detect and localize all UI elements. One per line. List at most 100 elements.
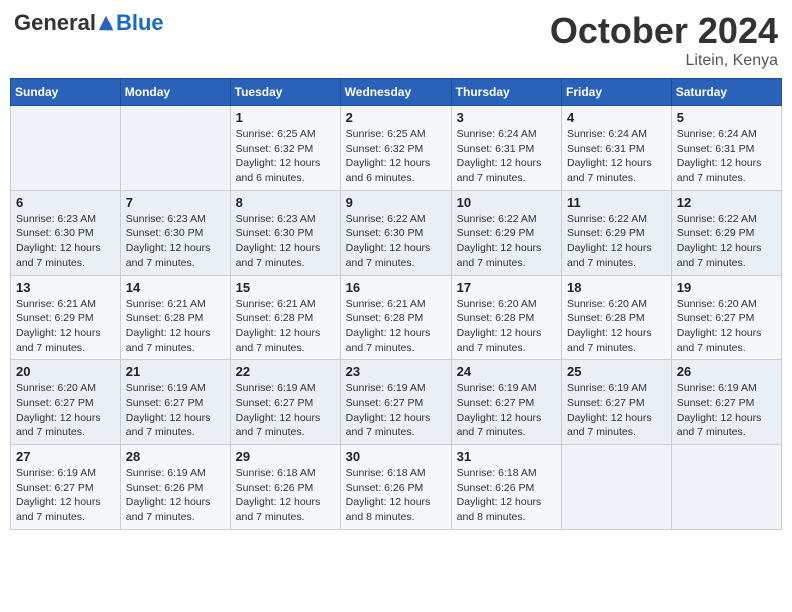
day-number: 18 — [567, 280, 666, 295]
day-detail: Sunrise: 6:20 AM Sunset: 6:27 PM Dayligh… — [16, 381, 115, 440]
day-number: 12 — [677, 195, 776, 210]
calendar-cell: 22 Sunrise: 6:19 AM Sunset: 6:27 PM Dayli… — [230, 360, 340, 445]
day-number: 26 — [677, 364, 776, 379]
calendar-cell: 14 Sunrise: 6:21 AM Sunset: 6:28 PM Dayli… — [120, 275, 230, 360]
day-detail: Sunrise: 6:19 AM Sunset: 6:27 PM Dayligh… — [126, 381, 225, 440]
day-detail: Sunrise: 6:19 AM Sunset: 6:27 PM Dayligh… — [677, 381, 776, 440]
day-number: 22 — [236, 364, 335, 379]
calendar-cell: 19 Sunrise: 6:20 AM Sunset: 6:27 PM Dayli… — [671, 275, 781, 360]
day-detail: Sunrise: 6:24 AM Sunset: 6:31 PM Dayligh… — [677, 127, 776, 186]
day-number: 3 — [457, 110, 556, 125]
day-detail: Sunrise: 6:19 AM Sunset: 6:27 PM Dayligh… — [567, 381, 666, 440]
calendar-cell: 13Sunrise: 6:21 AM Sunset: 6:29 PM Dayli… — [11, 275, 121, 360]
calendar-cell: 8 Sunrise: 6:23 AM Sunset: 6:30 PM Daylig… — [230, 190, 340, 275]
calendar-cell: 18 Sunrise: 6:20 AM Sunset: 6:28 PM Dayli… — [562, 275, 672, 360]
calendar-cell: 3 Sunrise: 6:24 AM Sunset: 6:31 PM Daylig… — [451, 106, 561, 191]
day-detail: Sunrise: 6:25 AM Sunset: 6:32 PM Dayligh… — [236, 127, 335, 186]
day-number: 4 — [567, 110, 666, 125]
day-number: 14 — [126, 280, 225, 295]
calendar-cell: 31Sunrise: 6:18 AM Sunset: 6:26 PM Dayli… — [451, 445, 561, 530]
day-detail: Sunrise: 6:18 AM Sunset: 6:26 PM Dayligh… — [236, 466, 335, 525]
calendar-cell: 25Sunrise: 6:19 AM Sunset: 6:27 PM Dayli… — [562, 360, 672, 445]
day-number: 1 — [236, 110, 335, 125]
day-detail: Sunrise: 6:24 AM Sunset: 6:31 PM Dayligh… — [567, 127, 666, 186]
calendar-cell: 9Sunrise: 6:22 AM Sunset: 6:30 PM Daylig… — [340, 190, 451, 275]
day-detail: Sunrise: 6:22 AM Sunset: 6:29 PM Dayligh… — [567, 212, 666, 271]
day-detail: Sunrise: 6:21 AM Sunset: 6:29 PM Dayligh… — [16, 297, 115, 356]
header-friday: Friday — [562, 79, 672, 106]
day-detail: Sunrise: 6:19 AM Sunset: 6:27 PM Dayligh… — [16, 466, 115, 525]
calendar-cell: 7Sunrise: 6:23 AM Sunset: 6:30 PM Daylig… — [120, 190, 230, 275]
calendar-week-3: 20 Sunrise: 6:20 AM Sunset: 6:27 PM Dayli… — [11, 360, 782, 445]
header-monday: Monday — [120, 79, 230, 106]
day-detail: Sunrise: 6:20 AM Sunset: 6:27 PM Dayligh… — [677, 297, 776, 356]
calendar-cell: 11Sunrise: 6:22 AM Sunset: 6:29 PM Dayli… — [562, 190, 672, 275]
day-detail: Sunrise: 6:20 AM Sunset: 6:28 PM Dayligh… — [567, 297, 666, 356]
day-number: 29 — [236, 449, 335, 464]
day-number: 24 — [457, 364, 556, 379]
calendar-week-2: 13Sunrise: 6:21 AM Sunset: 6:29 PM Dayli… — [11, 275, 782, 360]
calendar-table: SundayMondayTuesdayWednesdayThursdayFrid… — [10, 78, 782, 530]
day-detail: Sunrise: 6:19 AM Sunset: 6:26 PM Dayligh… — [126, 466, 225, 525]
day-number: 31 — [457, 449, 556, 464]
calendar-cell: 29 Sunrise: 6:18 AM Sunset: 6:26 PM Dayli… — [230, 445, 340, 530]
header-sunday: Sunday — [11, 79, 121, 106]
calendar-header-row: SundayMondayTuesdayWednesdayThursdayFrid… — [11, 79, 782, 106]
month-title: October 2024 — [550, 10, 778, 52]
logo-general-text: General — [14, 10, 96, 36]
calendar-cell: 4 Sunrise: 6:24 AM Sunset: 6:31 PM Daylig… — [562, 106, 672, 191]
logo-blue-text: Blue — [116, 10, 164, 36]
calendar-cell: 20 Sunrise: 6:20 AM Sunset: 6:27 PM Dayli… — [11, 360, 121, 445]
day-number: 5 — [677, 110, 776, 125]
day-number: 2 — [346, 110, 446, 125]
day-detail: Sunrise: 6:21 AM Sunset: 6:28 PM Dayligh… — [236, 297, 335, 356]
calendar-cell: 21 Sunrise: 6:19 AM Sunset: 6:27 PM Dayli… — [120, 360, 230, 445]
day-number: 27 — [16, 449, 115, 464]
day-detail: Sunrise: 6:21 AM Sunset: 6:28 PM Dayligh… — [126, 297, 225, 356]
calendar-cell: 27 Sunrise: 6:19 AM Sunset: 6:27 PM Dayli… — [11, 445, 121, 530]
calendar-cell: 5 Sunrise: 6:24 AM Sunset: 6:31 PM Daylig… — [671, 106, 781, 191]
day-detail: Sunrise: 6:23 AM Sunset: 6:30 PM Dayligh… — [126, 212, 225, 271]
day-number: 28 — [126, 449, 225, 464]
day-number: 16 — [346, 280, 446, 295]
day-number: 21 — [126, 364, 225, 379]
calendar-cell: 23 Sunrise: 6:19 AM Sunset: 6:27 PM Dayli… — [340, 360, 451, 445]
day-detail: Sunrise: 6:19 AM Sunset: 6:27 PM Dayligh… — [236, 381, 335, 440]
day-detail: Sunrise: 6:19 AM Sunset: 6:27 PM Dayligh… — [346, 381, 446, 440]
day-detail: Sunrise: 6:23 AM Sunset: 6:30 PM Dayligh… — [236, 212, 335, 271]
location: Litein, Kenya — [550, 52, 778, 70]
title-block: October 2024 Litein, Kenya — [550, 10, 778, 70]
calendar-week-4: 27 Sunrise: 6:19 AM Sunset: 6:27 PM Dayli… — [11, 445, 782, 530]
day-number: 6 — [16, 195, 115, 210]
page-header: General Blue October 2024 Litein, Kenya — [10, 10, 782, 70]
day-number: 9 — [346, 195, 446, 210]
logo: General Blue — [14, 10, 164, 36]
calendar-cell: 10Sunrise: 6:22 AM Sunset: 6:29 PM Dayli… — [451, 190, 561, 275]
calendar-cell: 12 Sunrise: 6:22 AM Sunset: 6:29 PM Dayli… — [671, 190, 781, 275]
calendar-cell: 1 Sunrise: 6:25 AM Sunset: 6:32 PM Daylig… — [230, 106, 340, 191]
header-wednesday: Wednesday — [340, 79, 451, 106]
calendar-cell — [671, 445, 781, 530]
calendar-cell: 28 Sunrise: 6:19 AM Sunset: 6:26 PM Dayli… — [120, 445, 230, 530]
calendar-cell: 15Sunrise: 6:21 AM Sunset: 6:28 PM Dayli… — [230, 275, 340, 360]
day-number: 20 — [16, 364, 115, 379]
calendar-cell: 16Sunrise: 6:21 AM Sunset: 6:28 PM Dayli… — [340, 275, 451, 360]
calendar-cell: 2 Sunrise: 6:25 AM Sunset: 6:32 PM Daylig… — [340, 106, 451, 191]
day-number: 8 — [236, 195, 335, 210]
day-detail: Sunrise: 6:25 AM Sunset: 6:32 PM Dayligh… — [346, 127, 446, 186]
calendar-week-1: 6 Sunrise: 6:23 AM Sunset: 6:30 PM Daylig… — [11, 190, 782, 275]
calendar-cell: 26 Sunrise: 6:19 AM Sunset: 6:27 PM Dayli… — [671, 360, 781, 445]
day-number: 19 — [677, 280, 776, 295]
calendar-cell: 30Sunrise: 6:18 AM Sunset: 6:26 PM Dayli… — [340, 445, 451, 530]
calendar-week-0: 1 Sunrise: 6:25 AM Sunset: 6:32 PM Daylig… — [11, 106, 782, 191]
day-detail: Sunrise: 6:22 AM Sunset: 6:29 PM Dayligh… — [677, 212, 776, 271]
calendar-cell: 17 Sunrise: 6:20 AM Sunset: 6:28 PM Dayli… — [451, 275, 561, 360]
calendar-cell — [120, 106, 230, 191]
day-number: 10 — [457, 195, 556, 210]
day-number: 23 — [346, 364, 446, 379]
day-detail: Sunrise: 6:18 AM Sunset: 6:26 PM Dayligh… — [346, 466, 446, 525]
day-detail: Sunrise: 6:24 AM Sunset: 6:31 PM Dayligh… — [457, 127, 556, 186]
day-detail: Sunrise: 6:23 AM Sunset: 6:30 PM Dayligh… — [16, 212, 115, 271]
day-detail: Sunrise: 6:20 AM Sunset: 6:28 PM Dayligh… — [457, 297, 556, 356]
day-number: 17 — [457, 280, 556, 295]
